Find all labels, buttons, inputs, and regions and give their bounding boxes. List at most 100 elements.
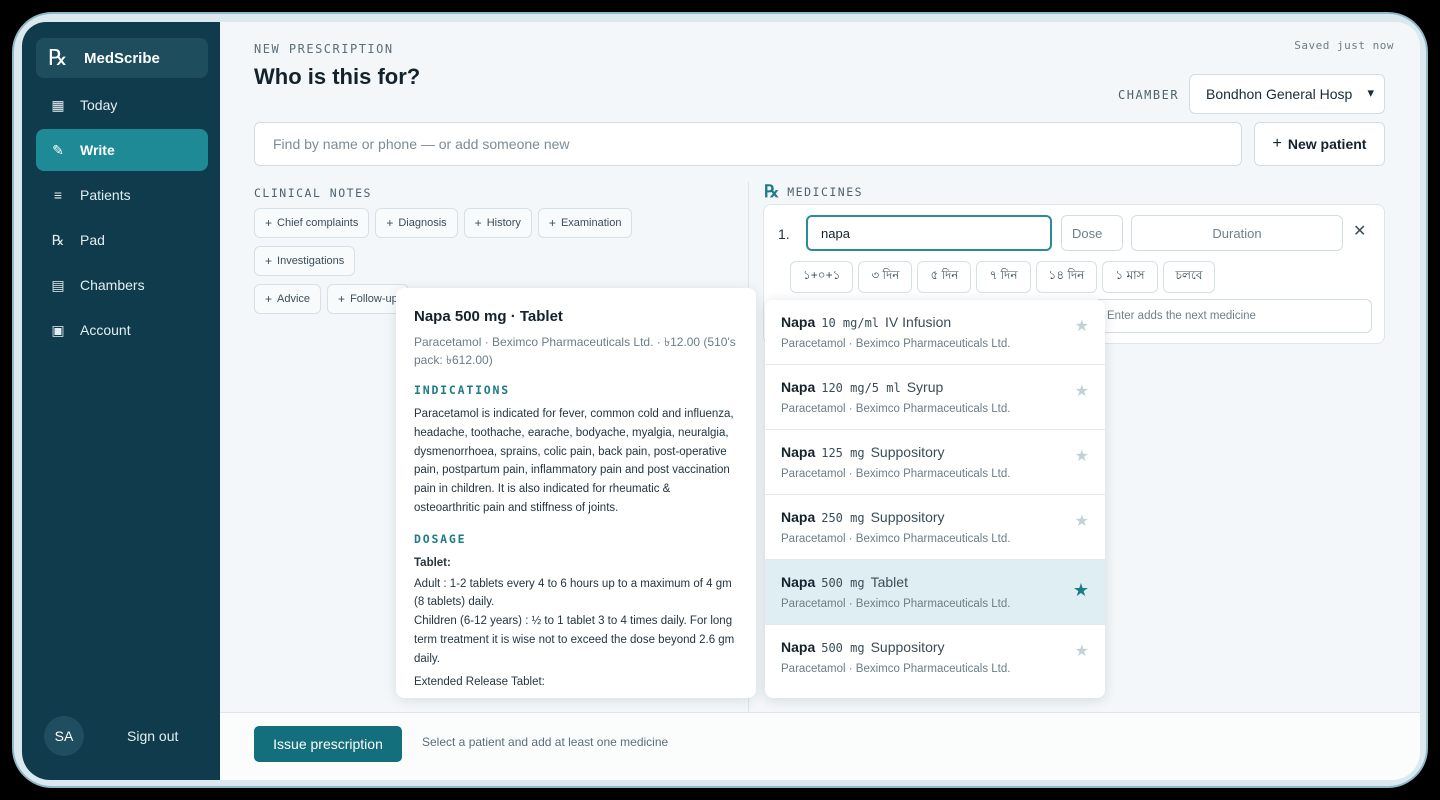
new-patient-button[interactable]: + New patient bbox=[1254, 122, 1385, 166]
medicine-name-input[interactable] bbox=[806, 215, 1052, 251]
duration-chip[interactable]: ১+০+১ bbox=[790, 261, 854, 293]
list-icon: ≡ bbox=[53, 187, 63, 203]
building-icon: ▤ bbox=[51, 276, 65, 293]
chip-history[interactable]: + History bbox=[463, 208, 532, 238]
duration-chip[interactable]: ৩ দিন bbox=[858, 261, 913, 293]
extended-release-heading: Extended Release Tablet: bbox=[414, 675, 545, 688]
sidebar-nav: ▦ Today ✎ Write ≡ Patients ℞ Pad ▤ Chamb… bbox=[36, 84, 208, 354]
duration-chip[interactable]: ৫ দিন bbox=[917, 261, 972, 293]
page-title: Who is this for? bbox=[254, 64, 421, 89]
chip-investigations[interactable]: + Investigations bbox=[254, 246, 356, 276]
next-medicine-input[interactable] bbox=[1094, 299, 1372, 333]
dosage-subheading: Tablet: bbox=[414, 556, 451, 569]
star-icon[interactable]: ★ bbox=[1075, 381, 1089, 401]
footer-bar: Issue prescription Select a patient and … bbox=[220, 712, 1420, 780]
suggestion-strength: 500 mg bbox=[821, 641, 865, 655]
page-eyebrow: NEW PRESCRIPTION bbox=[254, 42, 394, 56]
duration-input[interactable] bbox=[1131, 215, 1343, 251]
suggestion-item[interactable]: Napa 120 mg/5 ml Syrup Paracetamol · Bexim… bbox=[765, 365, 1105, 430]
sidebar-item-pad[interactable]: ℞ Pad bbox=[36, 219, 208, 261]
detail-subtitle: Paracetamol · Beximco Pharmaceuticals Lt… bbox=[414, 335, 736, 367]
plus-icon: + bbox=[548, 216, 556, 230]
rx-icon: ℞ bbox=[51, 231, 65, 248]
star-icon[interactable]: ★ bbox=[1075, 316, 1089, 336]
star-icon[interactable]: ★ bbox=[1075, 511, 1089, 531]
close-icon[interactable]: ✕ bbox=[1353, 221, 1366, 241]
plus-icon: + bbox=[265, 292, 273, 306]
suggestion-item-selected[interactable]: Napa 500 mg Tablet Paracetamol · Beximco P… bbox=[765, 560, 1105, 625]
app-window: ℞ MedScribe ▦ Today ✎ Write ≡ Patients ℞… bbox=[22, 22, 1420, 780]
saved-status: Saved just now bbox=[1294, 39, 1394, 52]
duration-chip[interactable]: চলবে bbox=[1162, 261, 1216, 293]
star-filled-icon[interactable]: ★ bbox=[1073, 580, 1089, 601]
chip-label: Investigations bbox=[277, 255, 345, 267]
patient-search-input[interactable] bbox=[254, 122, 1242, 166]
medicines-label: MEDICINES bbox=[787, 185, 864, 199]
rx-icon: ℞ bbox=[764, 182, 780, 202]
dosage-text: Adult : 1-2 tablets every 4 to 6 hours u… bbox=[414, 577, 735, 665]
chip-advice[interactable]: + Advice bbox=[254, 284, 322, 314]
brand[interactable]: ℞ MedScribe bbox=[36, 38, 208, 78]
medicines-header: ℞ MEDICINES bbox=[764, 182, 863, 202]
suggestion-form: Suppository bbox=[870, 639, 945, 655]
indications-heading: INDICATIONS bbox=[414, 383, 510, 397]
star-icon[interactable]: ★ bbox=[1075, 641, 1089, 661]
calendar-grid-icon: ▦ bbox=[51, 96, 65, 113]
suggestion-item[interactable]: Napa 500 mg Suppository Paracetamol · Bexi… bbox=[765, 625, 1105, 690]
sidebar-item-write[interactable]: ✎ Write bbox=[36, 129, 208, 171]
sidebar-item-label: Pad bbox=[80, 232, 105, 248]
row-number: 1. bbox=[778, 226, 790, 242]
account-icon: ▣ bbox=[51, 321, 65, 338]
suggestion-name: Napa bbox=[781, 574, 816, 590]
chevron-down-icon: ▾ bbox=[1367, 85, 1374, 100]
star-icon[interactable]: ★ bbox=[1075, 446, 1089, 466]
dosage-heading: DOSAGE bbox=[414, 531, 467, 546]
suggestion-generic: Paracetamol · Beximco Pharmaceuticals Lt… bbox=[781, 598, 1011, 610]
duration-chip[interactable]: ৭ দিন bbox=[976, 261, 1031, 293]
footer-hint: Select a patient and add at least one me… bbox=[422, 735, 669, 749]
sidebar-item-patients[interactable]: ≡ Patients bbox=[36, 174, 208, 216]
detail-title: Napa 500 mg · Tablet bbox=[414, 308, 563, 325]
chip-label: Diagnosis bbox=[398, 217, 447, 229]
device-frame: ℞ MedScribe ▦ Today ✎ Write ≡ Patients ℞… bbox=[12, 12, 1428, 788]
suggestion-item[interactable]: Napa 10 mg/ml IV Infusion Paracetamol · Be… bbox=[765, 300, 1105, 365]
chip-examination[interactable]: + Examination bbox=[537, 208, 633, 238]
medicine-detail-popover: Napa 500 mg · Tablet Paracetamol · Bexim… bbox=[396, 288, 756, 698]
indications-text: Paracetamol is indicated for fever, comm… bbox=[414, 408, 734, 514]
suggestion-item[interactable]: Napa 125 mg Suppository Paracetamol · Bexi… bbox=[765, 430, 1105, 495]
clinical-notes-label: CLINICAL NOTES bbox=[254, 186, 372, 200]
chip-chief-complaints[interactable]: + Chief complaints bbox=[254, 208, 370, 238]
main-content: NEW PRESCRIPTION Who is this for? Saved … bbox=[220, 22, 1420, 780]
sidebar-item-today[interactable]: ▦ Today bbox=[36, 84, 208, 126]
sign-out-link[interactable]: Sign out bbox=[127, 728, 178, 744]
plus-icon: + bbox=[338, 292, 346, 306]
suggestion-name: Napa bbox=[781, 639, 816, 655]
sidebar-item-label: Write bbox=[80, 142, 115, 158]
suggestion-generic: Paracetamol · Beximco Pharmaceuticals Lt… bbox=[781, 533, 1011, 545]
suggestion-name: Napa bbox=[781, 444, 816, 460]
suggestion-name: Napa bbox=[781, 509, 816, 525]
chamber-label: CHAMBER bbox=[1118, 88, 1180, 102]
suggestion-strength: 250 mg bbox=[821, 511, 865, 525]
chip-label: Examination bbox=[560, 217, 622, 229]
duration-chip[interactable]: ১৪ দিন bbox=[1035, 261, 1098, 293]
medicine-suggestions: Napa 10 mg/ml IV Infusion Paracetamol · Be… bbox=[765, 300, 1105, 698]
sidebar-item-label: Patients bbox=[80, 187, 131, 203]
issue-prescription-button[interactable]: Issue prescription bbox=[254, 726, 402, 762]
dose-input[interactable] bbox=[1061, 215, 1123, 251]
chip-label: Advice bbox=[277, 293, 311, 305]
chamber-select[interactable]: Bondhon General Hosp ▾ bbox=[1189, 74, 1385, 114]
duration-chip[interactable]: ১ মাস bbox=[1102, 261, 1158, 293]
plus-icon: + bbox=[265, 216, 273, 230]
duration-quick-chips: ১+০+১ ৩ দিন ৫ দিন ৭ দিন ১৪ দিন ১ মাস চলবে bbox=[790, 261, 1220, 293]
sidebar-item-account[interactable]: ▣ Account bbox=[36, 309, 208, 351]
chip-diagnosis[interactable]: + Diagnosis bbox=[375, 208, 458, 238]
sidebar-item-chambers[interactable]: ▤ Chambers bbox=[36, 264, 208, 306]
chip-label: Chief complaints bbox=[277, 217, 359, 229]
suggestion-name: Napa bbox=[781, 314, 816, 330]
avatar[interactable]: SA bbox=[44, 716, 84, 756]
sidebar-item-label: Account bbox=[80, 322, 131, 338]
sidebar-item-label: Today bbox=[80, 97, 118, 113]
suggestion-item[interactable]: Napa 250 mg Suppository Paracetamol · Bexi… bbox=[765, 495, 1105, 560]
suggestion-strength: 10 mg/ml bbox=[821, 316, 880, 330]
